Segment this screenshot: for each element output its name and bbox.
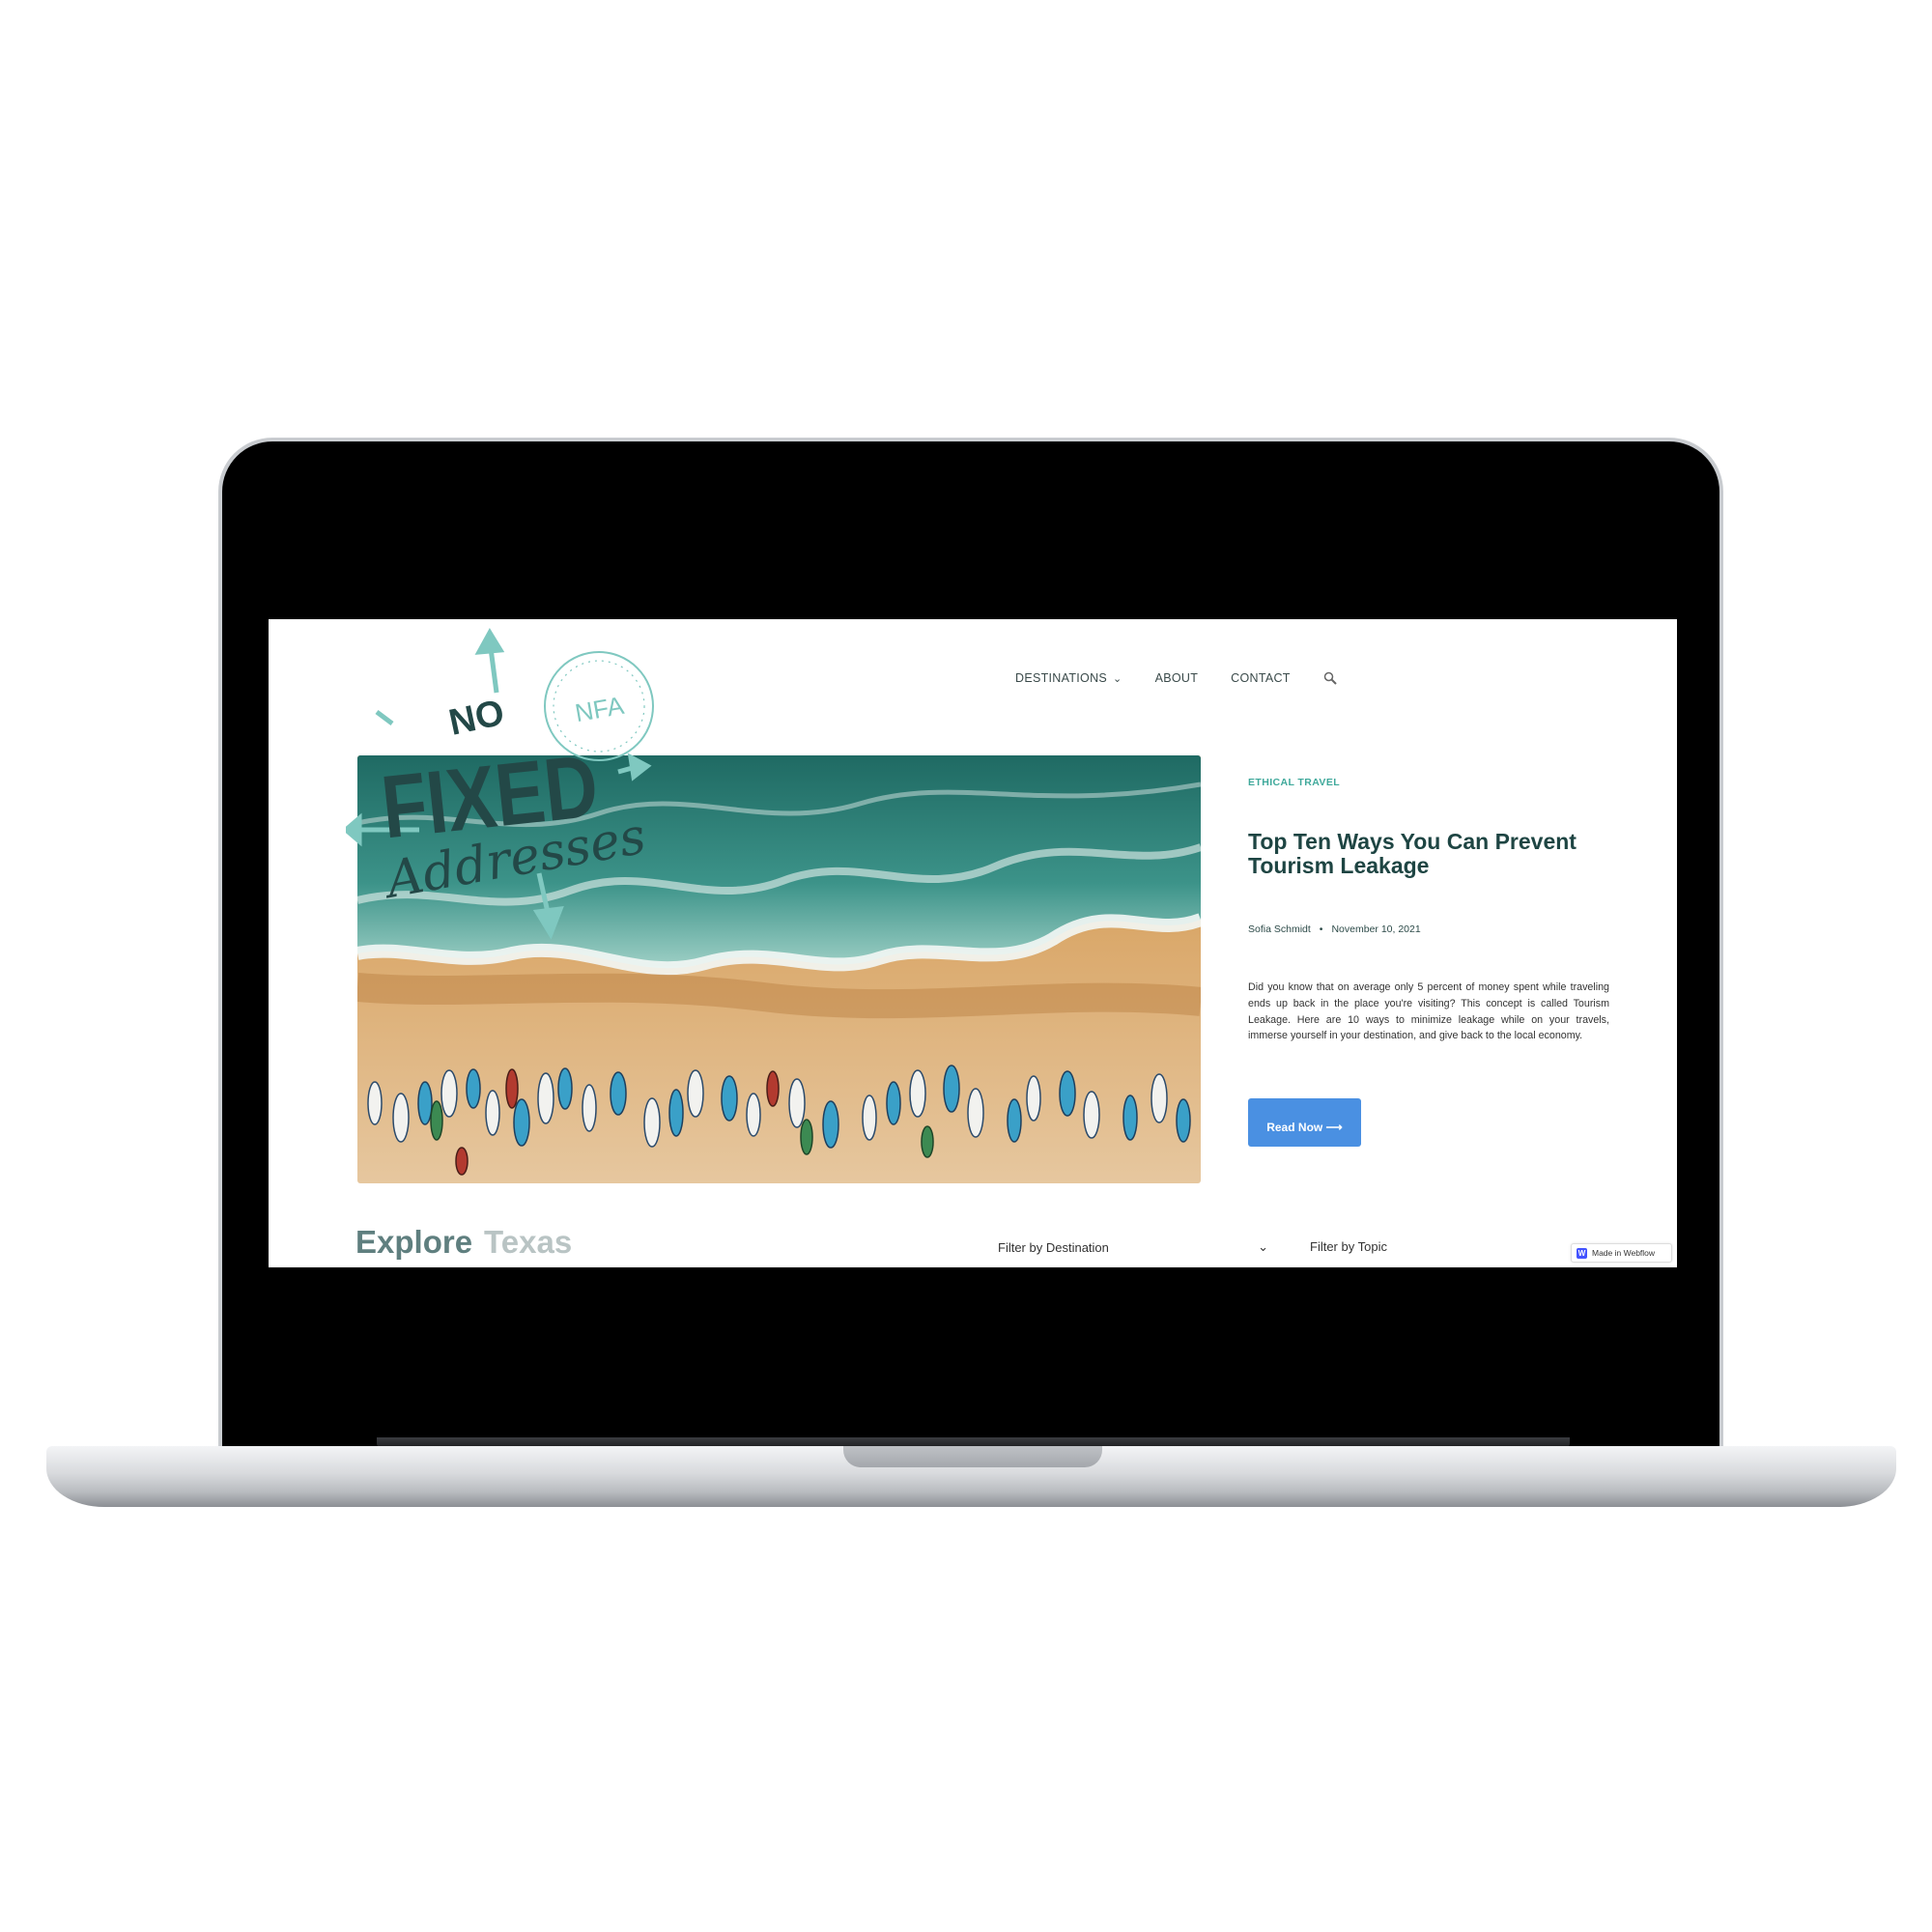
chevron-down-icon: ⌄ [1113,672,1122,685]
nav-contact-label: CONTACT [1231,671,1291,685]
laptop-notch [843,1446,1102,1467]
nav-destinations[interactable]: DESTINATIONS ⌄ [1015,671,1122,685]
nav-contact[interactable]: CONTACT [1231,671,1291,685]
filter-topic-label: Filter by Topic [1310,1239,1387,1254]
post-meta: Sofia Schmidt • November 10, 2021 [1248,923,1421,935]
post-category[interactable]: ETHICAL TRAVEL [1248,777,1340,788]
browser-screen: NFA NO FIXED Addresses DESTINATIONS ⌄ AB… [269,619,1677,1267]
nav-about-label: ABOUT [1154,671,1199,685]
explore-word: Explore [355,1224,473,1260]
webflow-logo-icon: W [1577,1247,1587,1259]
explore-location: Texas [484,1224,573,1260]
post-author: Sofia Schmidt [1248,923,1311,935]
post-date: November 10, 2021 [1331,923,1421,935]
nav-destinations-label: DESTINATIONS [1015,671,1108,685]
webflow-badge-label: Made in Webflow [1592,1248,1656,1258]
main-nav: DESTINATIONS ⌄ ABOUT CONTACT [1015,671,1337,685]
filter-destination-select[interactable]: Filter by Destination ⌄ [998,1239,1268,1255]
filter-topic-select[interactable]: Filter by Topic [1310,1239,1503,1254]
logo-word-no: NO [445,693,507,744]
site-logo[interactable]: NFA NO FIXED Addresses [346,627,674,946]
made-in-webflow-badge[interactable]: W Made in Webflow [1571,1243,1672,1263]
read-now-button[interactable]: Read Now ⟶ [1248,1098,1361,1147]
post-excerpt: Did you know that on average only 5 perc… [1248,981,1609,1042]
search-icon[interactable] [1323,671,1337,685]
post-title[interactable]: Top Ten Ways You Can Prevent Tourism Lea… [1248,830,1634,878]
filter-destination-label: Filter by Destination [998,1239,1109,1255]
explore-heading: Explore Texas [355,1224,572,1261]
chevron-down-icon: ⌄ [1258,1239,1268,1254]
meta-separator: • [1319,923,1323,935]
svg-text:NFA: NFA [573,691,627,727]
nav-about[interactable]: ABOUT [1155,671,1199,685]
